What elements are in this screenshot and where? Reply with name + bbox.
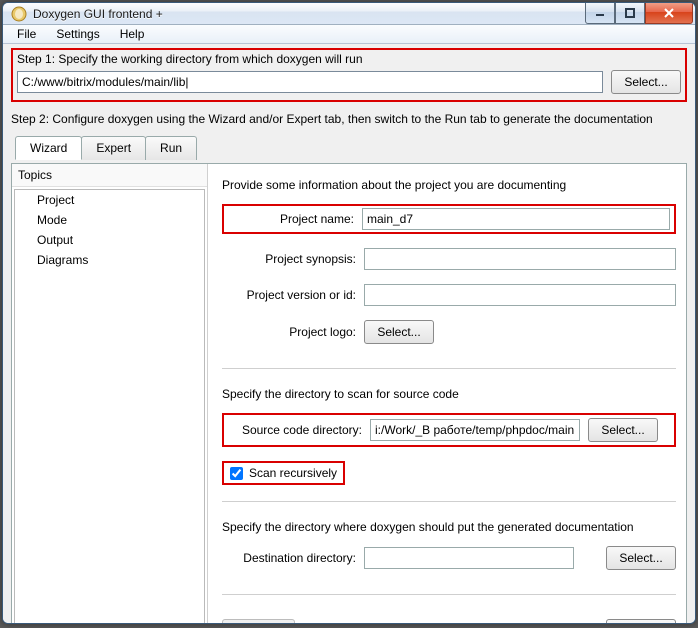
step2-label: Step 2: Configure doxygen using the Wiza… bbox=[11, 112, 687, 126]
minimize-button[interactable] bbox=[585, 3, 615, 24]
project-logo-select-button[interactable]: Select... bbox=[364, 320, 434, 344]
window-buttons bbox=[585, 3, 693, 24]
divider-1 bbox=[222, 368, 676, 369]
source-dir-select-button[interactable]: Select... bbox=[588, 418, 658, 442]
divider-3 bbox=[222, 594, 676, 595]
tab-expert[interactable]: Expert bbox=[81, 136, 146, 160]
right-pane: Provide some information about the proje… bbox=[208, 164, 686, 624]
next-button[interactable]: Next bbox=[606, 619, 676, 624]
project-version-input[interactable] bbox=[364, 284, 676, 306]
project-name-input[interactable] bbox=[362, 208, 670, 230]
source-header: Specify the directory to scan for source… bbox=[222, 387, 676, 401]
window-title: Doxygen GUI frontend + bbox=[33, 7, 585, 21]
topic-project[interactable]: Project bbox=[15, 190, 204, 210]
tab-run[interactable]: Run bbox=[145, 136, 197, 160]
tabpage: Topics Project Mode Output Diagrams Prov… bbox=[11, 163, 687, 624]
divider-2 bbox=[222, 501, 676, 502]
topic-output[interactable]: Output bbox=[15, 230, 204, 250]
project-synopsis-label: Project synopsis: bbox=[222, 252, 356, 266]
menu-file[interactable]: File bbox=[9, 25, 44, 43]
project-name-label: Project name: bbox=[228, 212, 354, 226]
menu-help[interactable]: Help bbox=[112, 25, 153, 43]
scan-recursively-label: Scan recursively bbox=[249, 466, 337, 480]
close-button[interactable] bbox=[645, 3, 693, 24]
topics-header: Topics bbox=[12, 164, 207, 187]
app-window: Doxygen GUI frontend + File Settings Hel… bbox=[2, 2, 696, 624]
project-synopsis-input[interactable] bbox=[364, 248, 676, 270]
previous-button[interactable]: Previous bbox=[222, 619, 295, 624]
topics-list: Project Mode Output Diagrams bbox=[14, 189, 205, 624]
menu-settings[interactable]: Settings bbox=[48, 25, 107, 43]
dest-header: Specify the directory where doxygen shou… bbox=[222, 520, 676, 534]
source-dir-highlight: Source code directory: Select... bbox=[222, 413, 676, 447]
maximize-button[interactable] bbox=[615, 3, 645, 24]
step1-highlight: Step 1: Specify the working directory fr… bbox=[11, 48, 687, 102]
project-logo-label: Project logo: bbox=[222, 325, 356, 339]
menubar: File Settings Help bbox=[3, 25, 695, 44]
tab-wizard[interactable]: Wizard bbox=[15, 136, 82, 160]
dest-dir-label: Destination directory: bbox=[222, 551, 356, 565]
topic-diagrams[interactable]: Diagrams bbox=[15, 250, 204, 270]
source-dir-input[interactable] bbox=[370, 419, 580, 441]
dest-dir-select-button[interactable]: Select... bbox=[606, 546, 676, 570]
project-version-label: Project version or id: bbox=[222, 288, 356, 302]
scan-recursively-checkbox[interactable] bbox=[230, 467, 243, 480]
working-dir-input[interactable] bbox=[17, 71, 603, 93]
app-icon bbox=[11, 6, 27, 22]
project-intro: Provide some information about the proje… bbox=[222, 178, 676, 192]
tabstrip: Wizard Expert Run bbox=[11, 136, 687, 160]
project-name-highlight: Project name: bbox=[222, 204, 676, 234]
working-dir-select-button[interactable]: Select... bbox=[611, 70, 681, 94]
scan-recursively-highlight: Scan recursively bbox=[222, 461, 345, 485]
titlebar: Doxygen GUI frontend + bbox=[3, 3, 695, 25]
client-area: Step 1: Specify the working directory fr… bbox=[3, 44, 695, 624]
dest-dir-input[interactable] bbox=[364, 547, 574, 569]
step1-label: Step 1: Specify the working directory fr… bbox=[17, 52, 681, 66]
topics-pane: Topics Project Mode Output Diagrams bbox=[12, 164, 208, 624]
topic-mode[interactable]: Mode bbox=[15, 210, 204, 230]
source-dir-label: Source code directory: bbox=[228, 423, 362, 437]
nav-bar: Previous Next bbox=[222, 609, 676, 624]
